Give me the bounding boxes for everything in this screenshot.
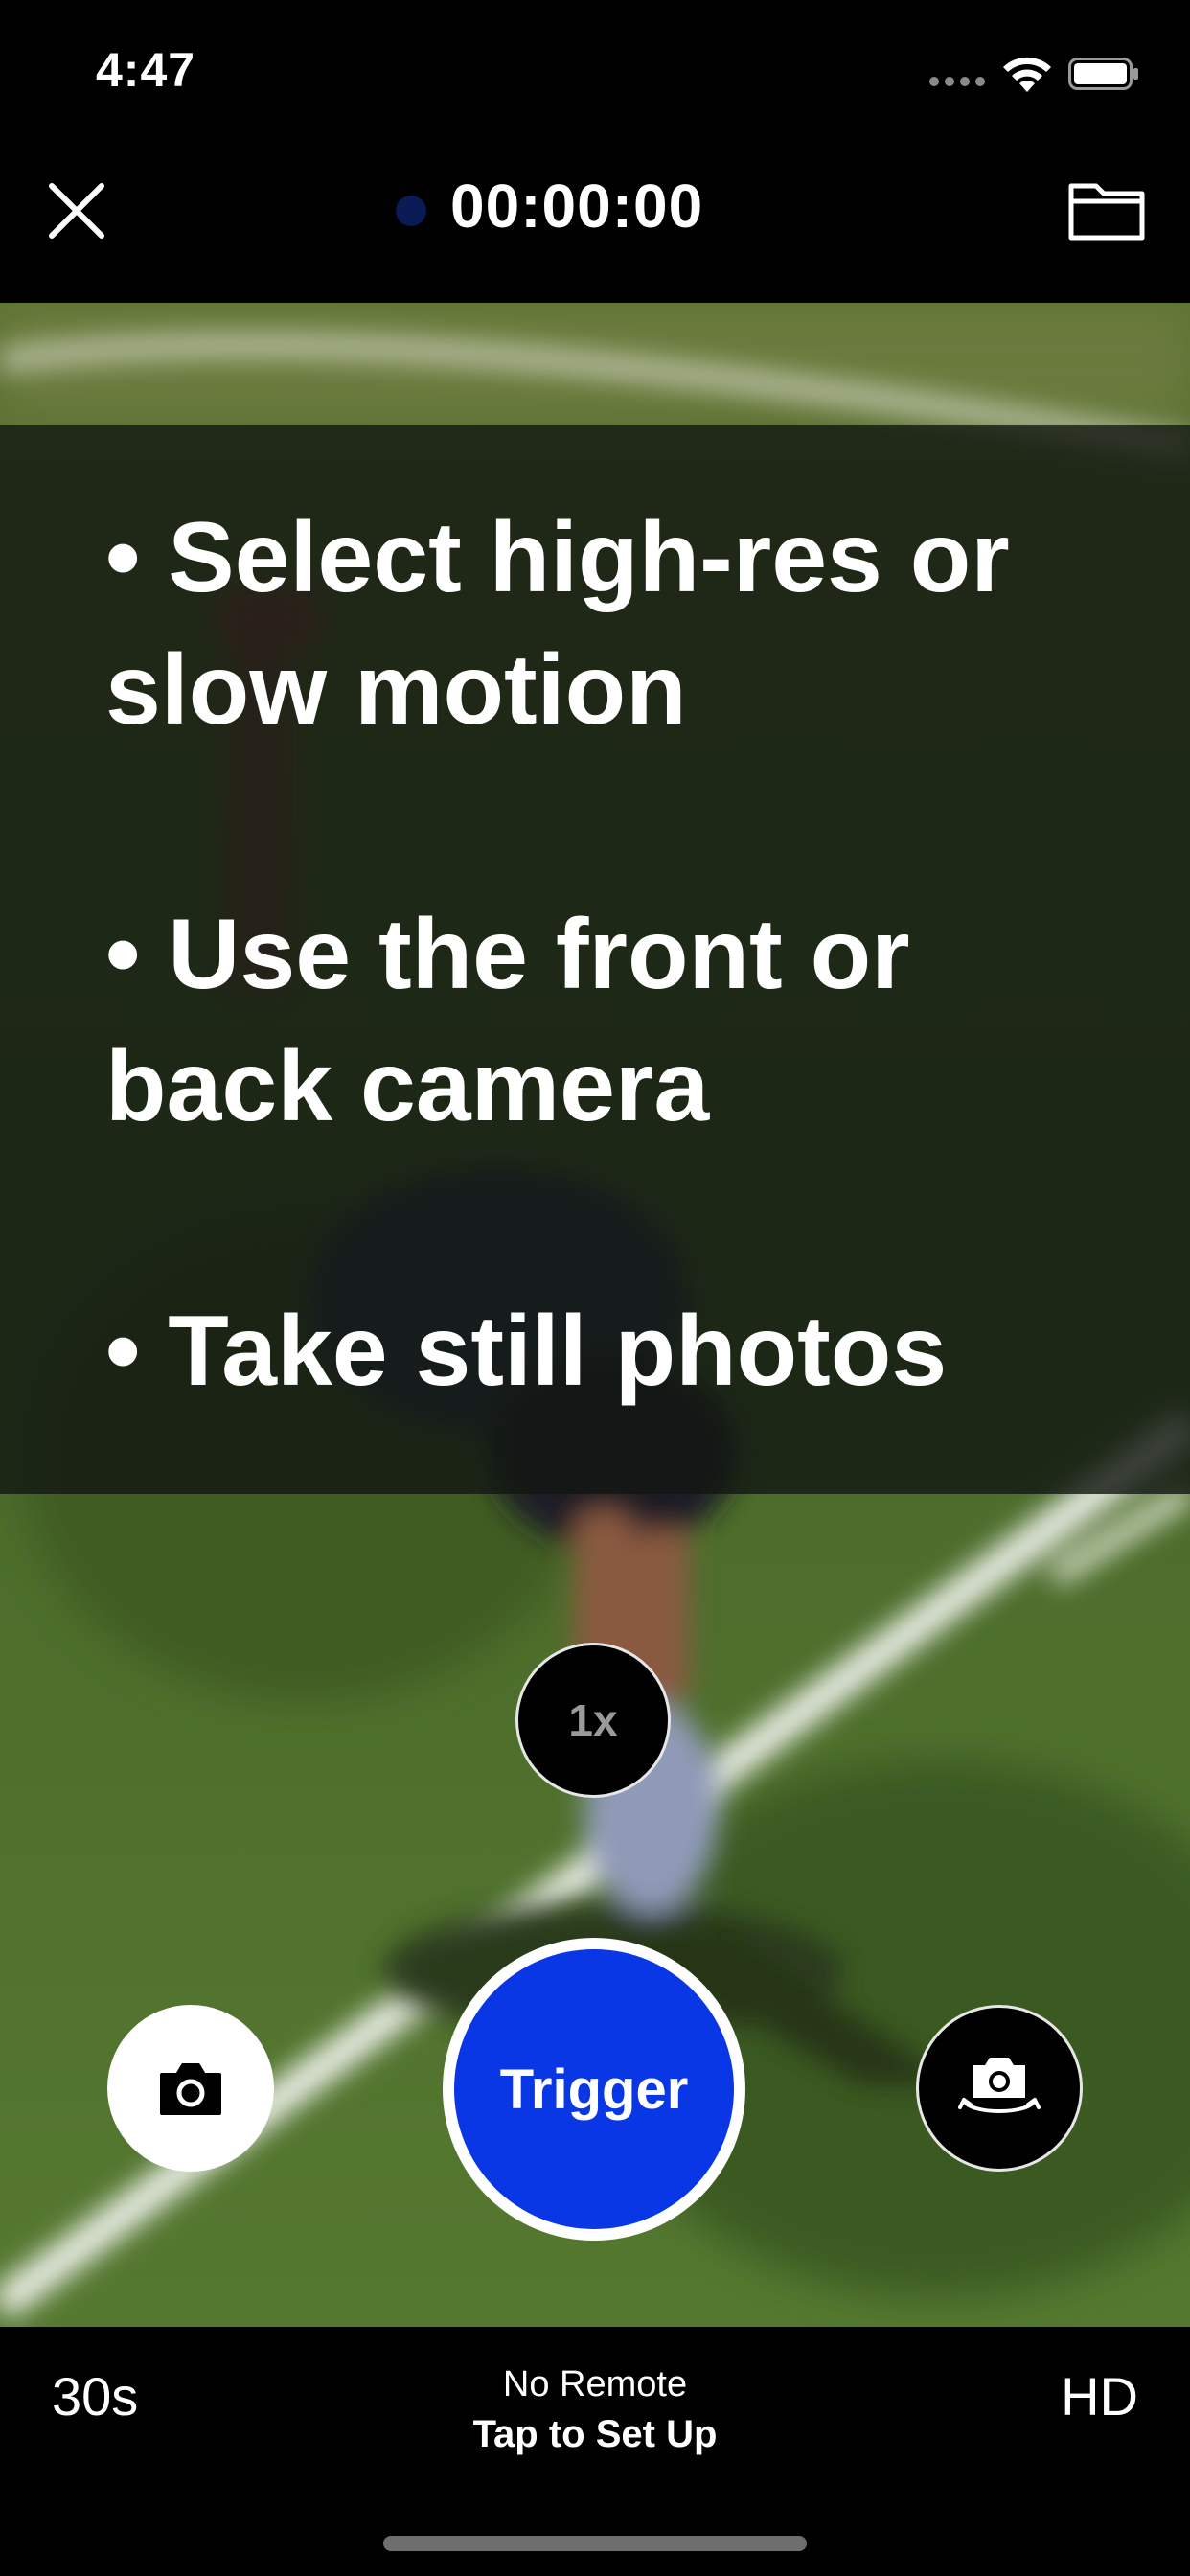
camera-preview[interactable]: • Select high-res or slow motion • Use t… <box>0 303 1190 2327</box>
flip-camera-button[interactable] <box>916 2005 1083 2172</box>
flip-camera-icon <box>958 2058 1041 2113</box>
status-time: 4:47 <box>96 43 196 97</box>
remote-setup-label: Tap to Set Up <box>472 2413 718 2455</box>
trigger-label: Trigger <box>454 1949 734 2229</box>
folder-icon[interactable] <box>1064 172 1150 249</box>
tip-item: • Take still photos <box>105 1296 948 1407</box>
signal-icon <box>929 77 985 86</box>
camera-screen: 4:47 00:00:00 • Select high-res or slow … <box>0 0 1190 2576</box>
wifi-icon <box>1003 57 1051 92</box>
trigger-button[interactable]: Trigger <box>443 1938 745 2241</box>
remote-setup[interactable]: No Remote Tap to Set Up <box>355 2359 835 2459</box>
top-nav: 00:00:00 <box>0 144 1190 303</box>
tip-item: • Use the front or back camera <box>105 899 910 1142</box>
status-bar: 4:47 <box>0 0 1190 144</box>
remote-status: No Remote <box>502 2364 688 2404</box>
tips-overlay: • Select high-res or slow motion • Use t… <box>0 425 1190 1494</box>
bottom-bar: 30s No Remote Tap to Set Up HD <box>0 2327 1190 2576</box>
recording-indicator <box>396 196 426 226</box>
zoom-button[interactable]: 1x <box>515 1643 671 1798</box>
quality-setting[interactable]: HD <box>1061 2365 1138 2427</box>
tip-item: • Select high-res or slow motion <box>105 502 1010 746</box>
tips-list: • Select high-res or slow motion • Use t… <box>105 492 1140 1417</box>
duration-setting[interactable]: 30s <box>52 2365 138 2427</box>
camera-icon <box>160 2063 221 2115</box>
home-indicator[interactable] <box>383 2536 807 2551</box>
close-icon[interactable] <box>38 172 115 249</box>
photo-button[interactable] <box>107 2005 274 2172</box>
battery-icon <box>1068 58 1138 90</box>
recording-timer: 00:00:00 <box>450 172 704 241</box>
